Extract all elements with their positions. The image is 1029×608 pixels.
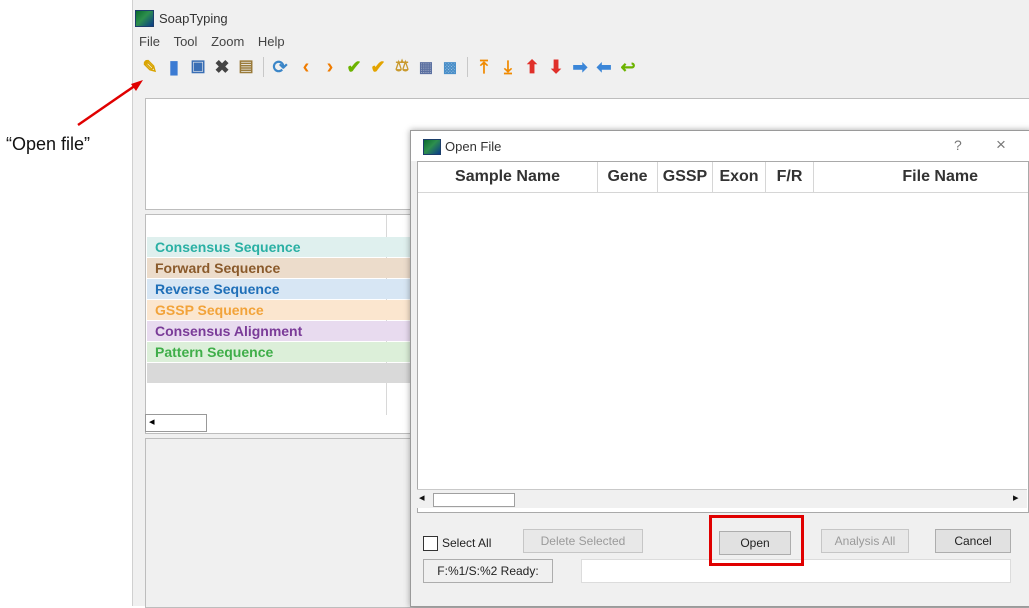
scroll-right-icon[interactable]: ▸ <box>1013 491 1019 504</box>
column-fr[interactable]: F/R <box>766 162 814 192</box>
delete-selected-button[interactable]: Delete Selected <box>523 529 643 553</box>
arrow-to-open-file <box>77 83 137 127</box>
column-gene[interactable]: Gene <box>598 162 658 192</box>
scroll-thumb[interactable] <box>433 493 515 507</box>
select-all-checkbox[interactable] <box>423 536 438 551</box>
file-table: Sample Name Gene GSSP Exon F/R File Name <box>417 161 1029 513</box>
dialog-title: Open File <box>445 139 502 154</box>
analysis-all-button[interactable]: Analysis All <box>821 529 909 553</box>
select-all-label: Select All <box>442 536 492 550</box>
status-indicator: F:%1/S:%2 Ready: <box>423 559 553 583</box>
column-file-name[interactable]: File Name <box>814 162 1028 192</box>
help-icon[interactable]: ? <box>954 137 962 153</box>
table-header: Sample Name Gene GSSP Exon F/R File Name <box>418 162 1028 193</box>
open-file-dialog: Open File ? × Sample Name Gene GSSP Exon… <box>410 130 1029 607</box>
open-button-highlight <box>709 515 804 566</box>
dialog-title-bar: Open File ? × <box>411 131 1029 161</box>
arrowhead-icon <box>131 80 143 91</box>
column-gssp[interactable]: GSSP <box>658 162 713 192</box>
app-logo-icon <box>423 139 441 155</box>
close-icon[interactable]: × <box>996 135 1006 155</box>
column-exon[interactable]: Exon <box>713 162 766 192</box>
column-sample-name[interactable]: Sample Name <box>418 162 598 192</box>
scroll-left-icon[interactable]: ◂ <box>419 491 425 504</box>
table-horizontal-scrollbar[interactable]: ◂ ▸ <box>417 489 1027 508</box>
cancel-button[interactable]: Cancel <box>935 529 1011 553</box>
